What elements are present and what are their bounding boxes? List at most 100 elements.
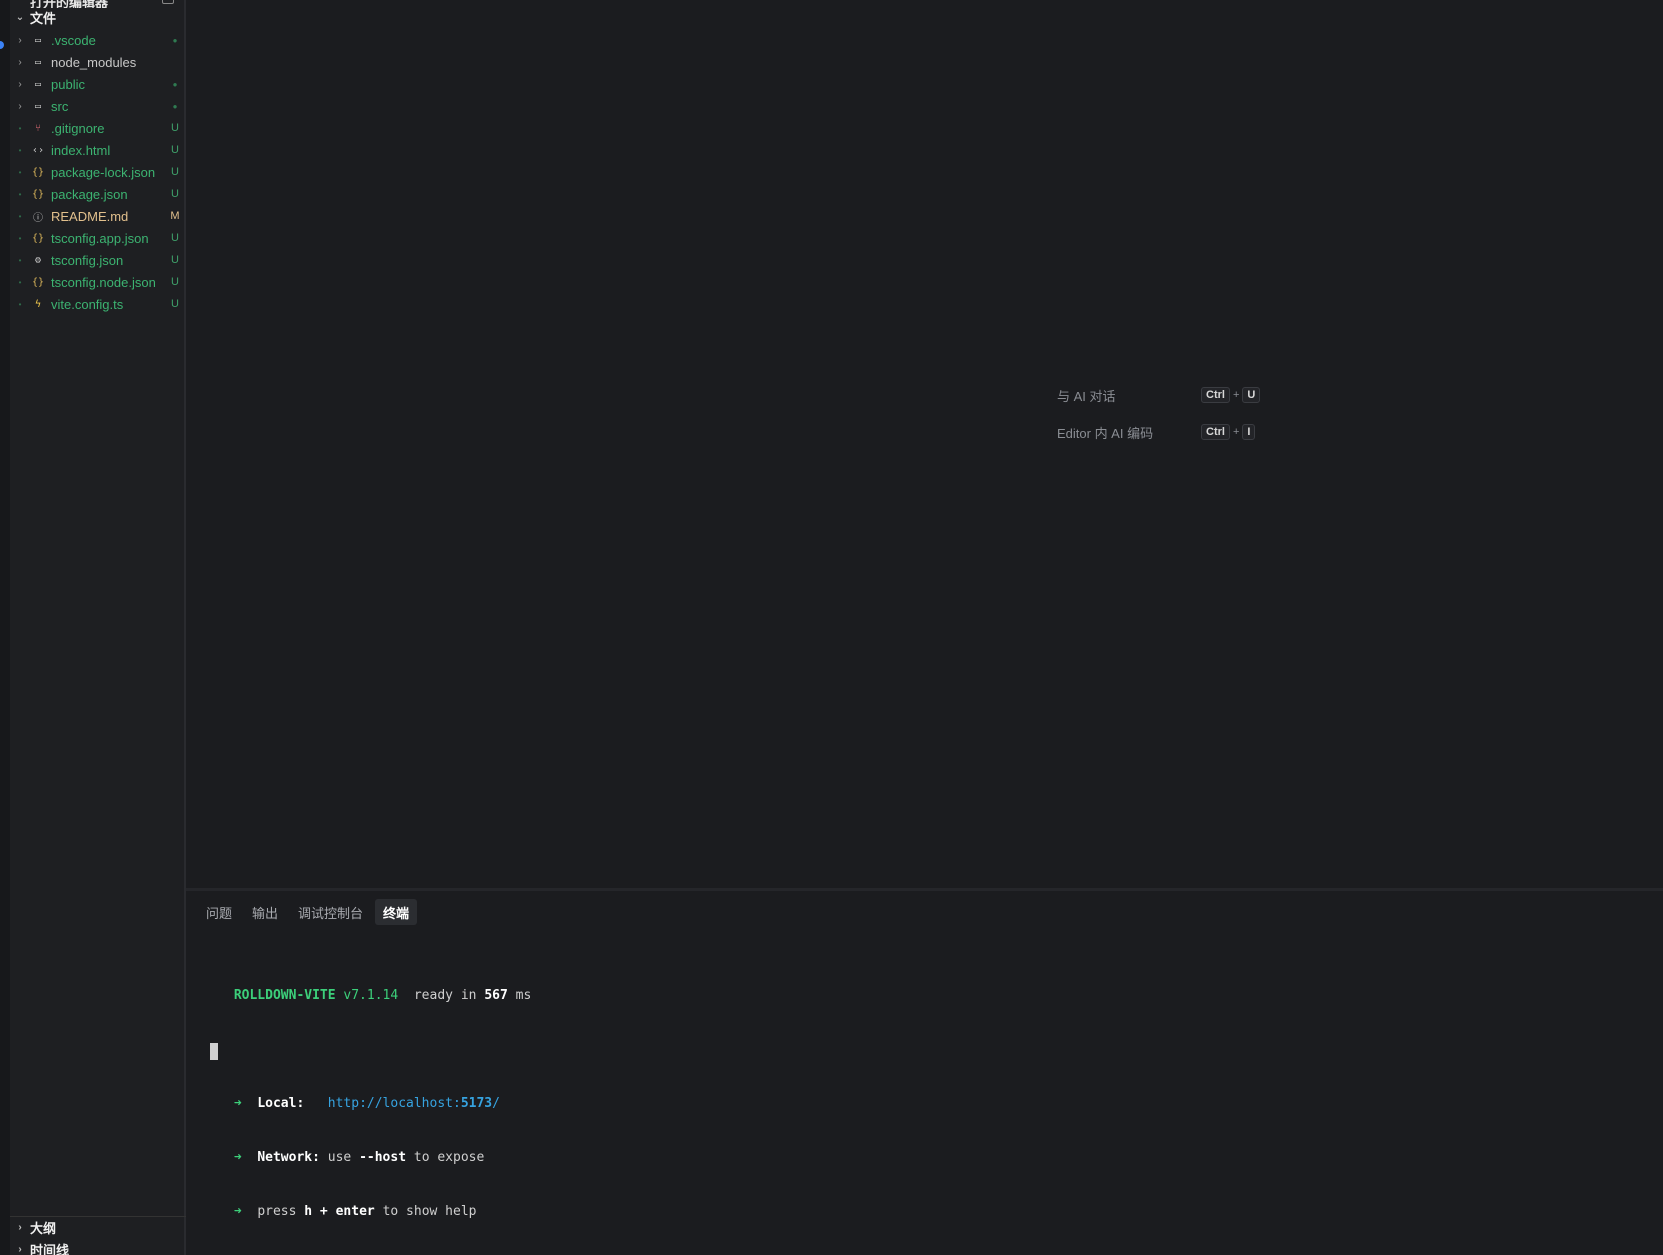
indent-dot-icon: • bbox=[18, 277, 22, 287]
terminal-local-url[interactable]: http://localhost:5173/ bbox=[328, 1096, 500, 1111]
git-status-badge: ● bbox=[172, 35, 178, 45]
terminal-arrow-icon: ➜ bbox=[233, 1204, 242, 1219]
app-window: 打开的编辑器 ⌄ 文件 › ▭ .vscode ● › ▭ node_modules › ▭ pu… bbox=[0, 0, 1663, 1255]
folder-icon: ▭ bbox=[34, 56, 42, 68]
terminal-network-rest: to expose bbox=[413, 1150, 485, 1165]
terminal-help-rest: to show help bbox=[382, 1204, 477, 1219]
chevron-right-icon: › bbox=[18, 1243, 22, 1255]
file-tree-item[interactable]: • {} tsconfig.node.json U bbox=[10, 271, 186, 293]
tab-debug-console[interactable]: 调试控制台 bbox=[290, 899, 371, 925]
file-tree-item-label: index.html bbox=[51, 142, 111, 158]
terminal-version: v7.1.14 bbox=[343, 988, 399, 1003]
folder-icon: ▭ bbox=[34, 34, 42, 46]
terminal-help-keys: h + enter bbox=[304, 1204, 375, 1219]
file-tree-item-label: node_modules bbox=[51, 54, 137, 70]
git-status-badge: U bbox=[171, 276, 179, 288]
file-tree-item[interactable]: • {} package-lock.json U bbox=[10, 161, 186, 183]
terminal-ready-prefix: ready in bbox=[413, 988, 477, 1003]
file-tree-item-label: vite.config.ts bbox=[51, 296, 124, 312]
indent-dot-icon: • bbox=[18, 255, 22, 265]
file-tree-item[interactable]: • ⑂ .gitignore U bbox=[10, 117, 186, 139]
json-braces-icon: {} bbox=[31, 276, 45, 288]
chevron-right-icon: › bbox=[18, 78, 22, 90]
git-status-badge: U bbox=[171, 188, 179, 200]
hint-label: 与 AI 对话 bbox=[1057, 388, 1116, 404]
chevron-right-icon: › bbox=[18, 100, 22, 112]
outline-section-label: 大纲 bbox=[30, 1220, 57, 1236]
url-port: 5173 bbox=[460, 1096, 493, 1111]
git-branch-icon: ⑂ bbox=[35, 122, 41, 134]
shortcut-plus: + bbox=[1232, 426, 1240, 438]
file-tree-item-label: package-lock.json bbox=[51, 164, 156, 180]
folder-icon: ▭ bbox=[34, 100, 42, 112]
file-tree-item[interactable]: › ▭ src ● bbox=[10, 95, 186, 117]
editor-area[interactable]: 与 AI 对话 Ctrl + U Editor 内 AI 编码 Ctrl + I bbox=[186, 0, 1663, 888]
file-tree-item[interactable]: › ▭ public ● bbox=[10, 73, 186, 95]
indent-dot-icon: • bbox=[18, 299, 22, 309]
file-tree-item[interactable]: • ⓘ README.md M bbox=[10, 205, 186, 227]
file-tree-item-label: tsconfig.node.json bbox=[51, 274, 156, 290]
json-braces-icon: {} bbox=[31, 188, 45, 200]
files-section-header[interactable]: ⌄ 文件 bbox=[10, 6, 186, 28]
git-status-badge: U bbox=[171, 254, 179, 266]
terminal-arrow-icon: ➜ bbox=[233, 1096, 242, 1111]
open-editors-action-icon[interactable] bbox=[162, 0, 174, 4]
shortcut-plus: + bbox=[1232, 389, 1240, 401]
lightning-icon: ϟ bbox=[34, 298, 42, 310]
file-tree-item[interactable]: • ϟ vite.config.ts U bbox=[10, 293, 186, 315]
indent-dot-icon: • bbox=[18, 123, 22, 133]
tab-output[interactable]: 输出 bbox=[244, 899, 286, 925]
terminal-network-use: use bbox=[327, 1150, 352, 1165]
file-tree-item[interactable]: › ▭ node_modules bbox=[10, 51, 186, 73]
git-status-badge: U bbox=[171, 298, 179, 310]
git-status-badge: U bbox=[171, 166, 179, 178]
explorer-sidebar: 打开的编辑器 ⌄ 文件 › ▭ .vscode ● › ▭ node_modules › ▭ pu… bbox=[10, 0, 186, 1255]
code-brackets-icon: ‹› bbox=[31, 144, 45, 156]
json-braces-icon: {} bbox=[31, 166, 45, 178]
json-braces-icon: {} bbox=[31, 232, 45, 244]
folder-icon: ▭ bbox=[34, 78, 42, 90]
chevron-right-icon: › bbox=[18, 1221, 22, 1233]
timeline-section-label: 时间线 bbox=[30, 1242, 70, 1255]
file-tree-item-label: .vscode bbox=[51, 32, 96, 48]
tab-terminal[interactable]: 终端 bbox=[375, 899, 418, 925]
url-suffix: / bbox=[492, 1096, 500, 1111]
file-tree-item[interactable]: • ‹› index.html U bbox=[10, 139, 186, 161]
terminal-arrow-icon: ➜ bbox=[233, 1150, 242, 1165]
timeline-section-header[interactable]: › 时间线 bbox=[10, 1238, 186, 1255]
git-status-badge: ● bbox=[172, 79, 178, 89]
file-tree-item[interactable]: • ⚙ tsconfig.json U bbox=[10, 249, 186, 271]
file-tree-item-label: tsconfig.json bbox=[51, 252, 124, 268]
file-tree-item-label: package.json bbox=[51, 186, 128, 202]
file-tree-item[interactable]: • {} package.json U bbox=[10, 183, 186, 205]
git-status-badge: U bbox=[171, 144, 179, 156]
terminal-output[interactable]: ROLLDOWN-VITE v7.1.14 ready in 567 ms ➜ … bbox=[226, 951, 531, 1255]
shortcut-key: I bbox=[1242, 424, 1256, 440]
indent-dot-icon: • bbox=[18, 211, 22, 221]
git-status-badge: ● bbox=[172, 101, 178, 111]
terminal-app-name: ROLLDOWN-VITE bbox=[233, 988, 336, 1003]
activity-bar bbox=[0, 0, 10, 1255]
shortcut-key: Ctrl bbox=[1201, 424, 1230, 440]
gear-icon: ⚙ bbox=[34, 254, 42, 266]
file-tree-item[interactable]: • {} tsconfig.app.json U bbox=[10, 227, 186, 249]
file-tree-item-label: README.md bbox=[51, 208, 129, 224]
file-tree-item-label: tsconfig.app.json bbox=[51, 230, 149, 246]
terminal-press: press bbox=[257, 1204, 297, 1219]
git-status-badge: M bbox=[170, 210, 180, 222]
indent-dot-icon: • bbox=[18, 189, 22, 199]
file-tree-item-label: src bbox=[51, 98, 69, 114]
file-tree-item[interactable]: › ▭ .vscode ● bbox=[10, 29, 186, 51]
outline-section-header[interactable]: › 大纲 bbox=[10, 1216, 186, 1238]
file-tree-item-label: public bbox=[51, 76, 85, 92]
tab-problems[interactable]: 问题 bbox=[198, 899, 240, 925]
info-icon: ⓘ bbox=[33, 212, 43, 224]
hint-label: Editor 内 AI 编码 bbox=[1057, 425, 1154, 441]
terminal-network-flag: --host bbox=[359, 1150, 407, 1165]
terminal-network-label: Network: bbox=[257, 1150, 320, 1165]
terminal-ready-unit: ms bbox=[515, 988, 532, 1003]
url-prefix: http://localhost: bbox=[327, 1096, 461, 1111]
indent-dot-icon: • bbox=[18, 145, 22, 155]
panel-tabs: 问题 输出 调试控制台 终端 bbox=[198, 899, 418, 925]
chevron-right-icon: › bbox=[18, 56, 22, 68]
